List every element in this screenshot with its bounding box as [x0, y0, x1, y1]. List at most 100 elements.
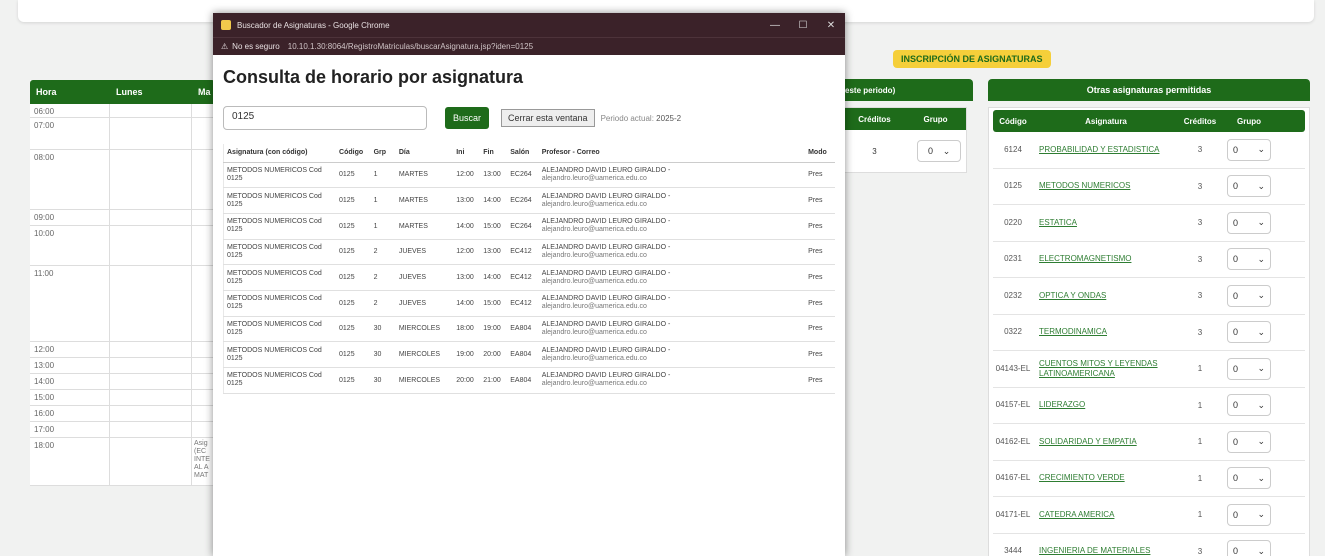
- schedule-row: 07:00: [30, 118, 215, 150]
- schedule-row: 08:00: [30, 150, 215, 210]
- chevron-down-icon: ⌄: [1257, 363, 1265, 374]
- results-cell-dia: MIERCOLES: [395, 341, 454, 368]
- chevron-down-icon: ⌄: [1257, 253, 1265, 264]
- grupo-select[interactable]: 0 ⌄: [1227, 357, 1271, 380]
- subject-link[interactable]: ESTATICA: [1033, 218, 1179, 228]
- col-martes: Ma: [198, 87, 211, 97]
- warning-icon: ⚠: [221, 42, 229, 51]
- grupo-select[interactable]: 0 ⌄: [1227, 321, 1271, 344]
- chevron-down-icon: ⌄: [942, 145, 951, 156]
- schedule-cell: [110, 374, 192, 389]
- grupo-select[interactable]: 0 ⌄: [1227, 138, 1271, 161]
- schedule-row: 16:00: [30, 406, 215, 422]
- subject-link[interactable]: OPTICA Y ONDAS: [1033, 291, 1179, 301]
- schedule-cell: [192, 374, 215, 389]
- address-bar[interactable]: ⚠ No es seguro 10.10.1.30:8064/RegistroM…: [213, 37, 845, 55]
- schedule-cell: [110, 422, 192, 437]
- results-cell-asig: METODOS NUMERICOS Cod 0125: [223, 213, 337, 240]
- cerrar-button[interactable]: Cerrar esta ventana: [501, 109, 595, 127]
- results-col-header: Grp: [370, 144, 396, 163]
- results-row: METODOS NUMERICOS Cod 0125 0125 30 MIERCOLE…: [223, 316, 835, 343]
- hour-label: 12:00: [30, 342, 110, 357]
- subject-link[interactable]: CUENTOS MITOS Y LEYENDAS LATINOAMERICANA: [1033, 359, 1179, 379]
- profesor-name: ALEJANDRO DAVID LEURO GIRALDO -: [541, 372, 671, 380]
- results-cell-dia: JUEVES: [395, 239, 454, 266]
- col-lunes: Lunes: [116, 87, 143, 97]
- subject-link[interactable]: SOLIDARIDAD Y EMPATIA: [1033, 437, 1179, 447]
- subject-link[interactable]: LIDERAZGO: [1033, 400, 1179, 410]
- subject-code: 0231: [1004, 254, 1022, 264]
- hour-label: 08:00: [30, 150, 110, 209]
- subject-row: 0322 TERMODINAMICA 3 0 ⌄: [993, 315, 1305, 351]
- subject-credits: 1: [1197, 400, 1203, 410]
- results-cell-grp: 2: [370, 264, 396, 291]
- grupo-select[interactable]: 0 ⌄: [1227, 394, 1271, 417]
- grupo-select[interactable]: 0 ⌄: [1227, 175, 1271, 198]
- subject-link[interactable]: INGENIERIA DE MATERIALES: [1033, 546, 1179, 556]
- grupo-select[interactable]: 0 ⌄: [1227, 540, 1271, 556]
- subject-link[interactable]: CRECIMIENTO VERDE: [1033, 473, 1179, 483]
- grupo-select[interactable]: 0 ⌄: [1227, 467, 1271, 490]
- chevron-down-icon: ⌄: [1257, 436, 1265, 447]
- schedule-cell-text: (EC: [194, 448, 207, 455]
- weekly-schedule: Hora Lunes Ma 06:00 07:00 08:00 09:00 10:00 1…: [30, 80, 215, 486]
- periodo-value: 2025-2: [656, 113, 682, 123]
- subject-row: 0125 METODOS NUMERICOS 3 0 ⌄: [993, 169, 1305, 205]
- search-input[interactable]: 0125: [223, 106, 427, 130]
- results-table: Asignatura (con código) Código Grp Día Ini Fi…: [223, 144, 835, 394]
- grupo-select[interactable]: 0 ⌄: [916, 140, 961, 162]
- subject-code: 04162-EL: [995, 436, 1031, 446]
- schedule-row: 12:00: [30, 342, 215, 358]
- schedule-cell: [192, 150, 215, 209]
- results-row: METODOS NUMERICOS Cod 0125 0125 2 JUEVES 13:…: [223, 264, 835, 291]
- subject-link[interactable]: PROBABILIDAD Y ESTADISTICA: [1033, 145, 1179, 155]
- profesor-email: alejandro.leuro@uamerica.edu.co: [541, 303, 647, 311]
- url-text[interactable]: 10.10.1.30:8064/RegistroMatriculas/busca…: [288, 42, 533, 51]
- close-icon[interactable]: ✕: [817, 20, 845, 31]
- grupo-select[interactable]: 0 ⌄: [1227, 284, 1271, 307]
- results-cell-fin: 14:00: [480, 187, 508, 214]
- results-cell-asig: METODOS NUMERICOS Cod 0125: [223, 187, 337, 214]
- results-cell-dia: MARTES: [395, 162, 454, 189]
- results-cell-grp: 30: [370, 367, 396, 394]
- subject-link[interactable]: TERMODINAMICA: [1033, 327, 1179, 337]
- results-cell-grp: 1: [370, 162, 396, 189]
- page-title: Consulta de horario por asignatura: [223, 67, 524, 87]
- grupo-select[interactable]: 0 ⌄: [1227, 430, 1271, 453]
- results-cell-dia: JUEVES: [395, 290, 454, 317]
- results-cell-cod: 0125: [336, 213, 371, 240]
- schedule-cell: [110, 104, 192, 117]
- subject-row: 04143-EL CUENTOS MITOS Y LEYENDAS LATINOA…: [993, 351, 1305, 388]
- grupo-select[interactable]: 0 ⌄: [1227, 503, 1271, 526]
- results-cell-ini: 12:00: [453, 162, 481, 189]
- results-col-header: Fin: [480, 144, 508, 163]
- grupo-select[interactable]: 0 ⌄: [1227, 211, 1271, 234]
- grupo-select[interactable]: 0 ⌄: [1227, 248, 1271, 271]
- subject-link[interactable]: ELECTROMAGNETISMO: [1033, 254, 1179, 264]
- profesor-email: alejandro.leuro@uamerica.edu.co: [541, 174, 647, 182]
- subject-code: 0322: [1004, 327, 1022, 337]
- subject-code: 0232: [1004, 290, 1022, 300]
- chevron-down-icon: ⌄: [1257, 509, 1265, 520]
- schedule-cell-text: AL A: [194, 464, 209, 471]
- results-cell-profesor: ALEJANDRO DAVID LEURO GIRALDO - alejandro…: [538, 162, 806, 189]
- maximize-icon[interactable]: ☐: [789, 20, 817, 31]
- results-cell-asig: METODOS NUMERICOS Cod 0125: [223, 290, 337, 317]
- results-cell-grp: 30: [370, 341, 396, 368]
- subject-credits: 3: [1197, 218, 1203, 228]
- schedule-cell: [110, 266, 192, 341]
- subject-link[interactable]: METODOS NUMERICOS: [1033, 181, 1179, 191]
- results-cell-asig: METODOS NUMERICOS Cod 0125: [223, 239, 337, 266]
- subject-code: 04171-EL: [995, 509, 1031, 519]
- col-creditos: Créditos: [858, 114, 891, 124]
- subject-link[interactable]: CATEDRA AMERICA: [1033, 510, 1179, 520]
- results-cell-profesor: ALEJANDRO DAVID LEURO GIRALDO - alejandro…: [538, 264, 806, 291]
- periodo-label: Periodo actual: 2025-2: [600, 113, 682, 123]
- inscripcion-badge: INSCRIPCIÓN DE ASIGNATURAS: [893, 50, 1051, 68]
- schedule-cell: [110, 118, 192, 149]
- minimize-icon[interactable]: —: [761, 20, 789, 31]
- subject-credits: 3: [1197, 145, 1203, 155]
- schedule-cell: [192, 104, 215, 117]
- results-cell-grp: 1: [370, 213, 396, 240]
- buscar-button[interactable]: Buscar: [445, 107, 490, 129]
